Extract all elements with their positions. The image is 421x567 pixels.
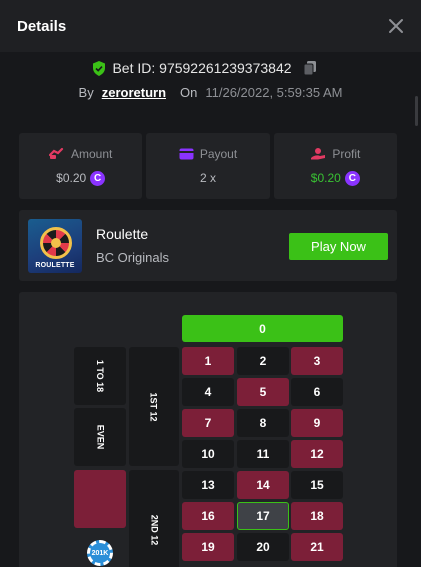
number-cell[interactable]: 3 xyxy=(291,347,343,375)
copy-icon[interactable] xyxy=(302,60,318,76)
by-label: By xyxy=(78,84,94,100)
number-cell[interactable]: 8 xyxy=(237,409,289,437)
number-cell[interactable]: 11 xyxy=(237,440,289,468)
on-label: On xyxy=(180,84,198,100)
coin-icon: C xyxy=(344,170,360,186)
bet-chip: 201K xyxy=(87,540,113,566)
stat-amount-label: Amount xyxy=(70,146,113,161)
bet-author-row: By zeroreturn On 11/26/2022, 5:59:35 AM xyxy=(0,82,421,102)
game-card: ROULETTE Roulette BC Originals Play Now xyxy=(19,210,397,281)
bet-stats: Amount $0.20 C Payout 2 x Profit $0.20 C xyxy=(19,133,397,199)
card-icon xyxy=(179,148,194,160)
number-cell[interactable]: 15 xyxy=(291,471,343,499)
roulette-board: 0 1 TO 18 EVEN 1ST 12 2ND 12 201K 123456… xyxy=(19,292,397,567)
wheel-hub xyxy=(51,238,61,248)
number-cell[interactable]: 16 xyxy=(182,502,234,530)
number-cell[interactable]: 6 xyxy=(291,378,343,406)
modal-header: Details xyxy=(0,0,421,52)
bet-dozen-1[interactable]: 1ST 12 xyxy=(129,347,179,466)
bet-red[interactable] xyxy=(74,470,126,528)
game-name: Roulette xyxy=(96,226,149,242)
bet-date: 11/26/2022, 5:59:35 AM xyxy=(205,84,343,100)
stat-profit: Profit $0.20 C xyxy=(273,133,397,199)
bet-dozen-2[interactable]: 2ND 12 xyxy=(129,470,179,567)
bet-even-label: EVEN xyxy=(94,424,105,450)
bet-id: Bet ID: 97592261239373842 xyxy=(112,60,292,76)
bet-dozen-2-label: 2ND 12 xyxy=(148,514,159,545)
number-cell[interactable]: 20 xyxy=(237,533,289,561)
username-link[interactable]: zeroreturn xyxy=(102,85,166,100)
game-provider: BC Originals xyxy=(96,250,169,265)
verified-shield-icon xyxy=(93,60,106,76)
stat-amount: Amount $0.20 C xyxy=(19,133,143,199)
number-cell[interactable]: 13 xyxy=(182,471,234,499)
number-cell[interactable]: 17 xyxy=(237,502,289,530)
number-cell[interactable]: 12 xyxy=(291,440,343,468)
number-cell[interactable]: 7 xyxy=(182,409,234,437)
number-cell-zero[interactable]: 0 xyxy=(182,315,343,342)
stat-payout-label: Payout xyxy=(199,147,238,161)
money-icon xyxy=(48,147,64,159)
game-thumbnail[interactable]: ROULETTE xyxy=(28,219,82,273)
close-icon[interactable] xyxy=(387,17,405,35)
number-cell[interactable]: 14 xyxy=(237,471,289,499)
number-cell[interactable]: 9 xyxy=(291,409,343,437)
number-cell[interactable]: 10 xyxy=(182,440,234,468)
stat-payout-value: 2 x xyxy=(199,171,216,185)
coin-icon: C xyxy=(90,170,106,186)
modal-title: Details xyxy=(17,17,67,35)
bet-even[interactable]: EVEN xyxy=(74,408,126,466)
number-cell[interactable]: 21 xyxy=(291,533,343,561)
stat-profit-label: Profit xyxy=(332,146,361,161)
bet-1-to-18-label: 1 TO 18 xyxy=(94,359,105,393)
number-cell[interactable]: 2 xyxy=(237,347,289,375)
number-cell[interactable]: 5 xyxy=(237,378,289,406)
profit-hand-icon xyxy=(311,148,326,160)
play-now-button[interactable]: Play Now xyxy=(289,233,388,260)
number-cell[interactable]: 4 xyxy=(182,378,234,406)
number-cell[interactable]: 18 xyxy=(291,502,343,530)
stat-payout: Payout 2 x xyxy=(146,133,270,199)
number-cell[interactable]: 19 xyxy=(182,533,234,561)
bet-id-row: Bet ID: 97592261239373842 xyxy=(0,58,410,78)
thumbnail-label: ROULETTE xyxy=(35,262,75,269)
bet-dozen-1-label: 1ST 12 xyxy=(149,391,159,422)
number-cell[interactable]: 1 xyxy=(182,347,234,375)
bet-1-to-18[interactable]: 1 TO 18 xyxy=(74,347,126,405)
stat-profit-value: $0.20 xyxy=(310,171,341,185)
stat-amount-value: $0.20 xyxy=(56,171,87,185)
